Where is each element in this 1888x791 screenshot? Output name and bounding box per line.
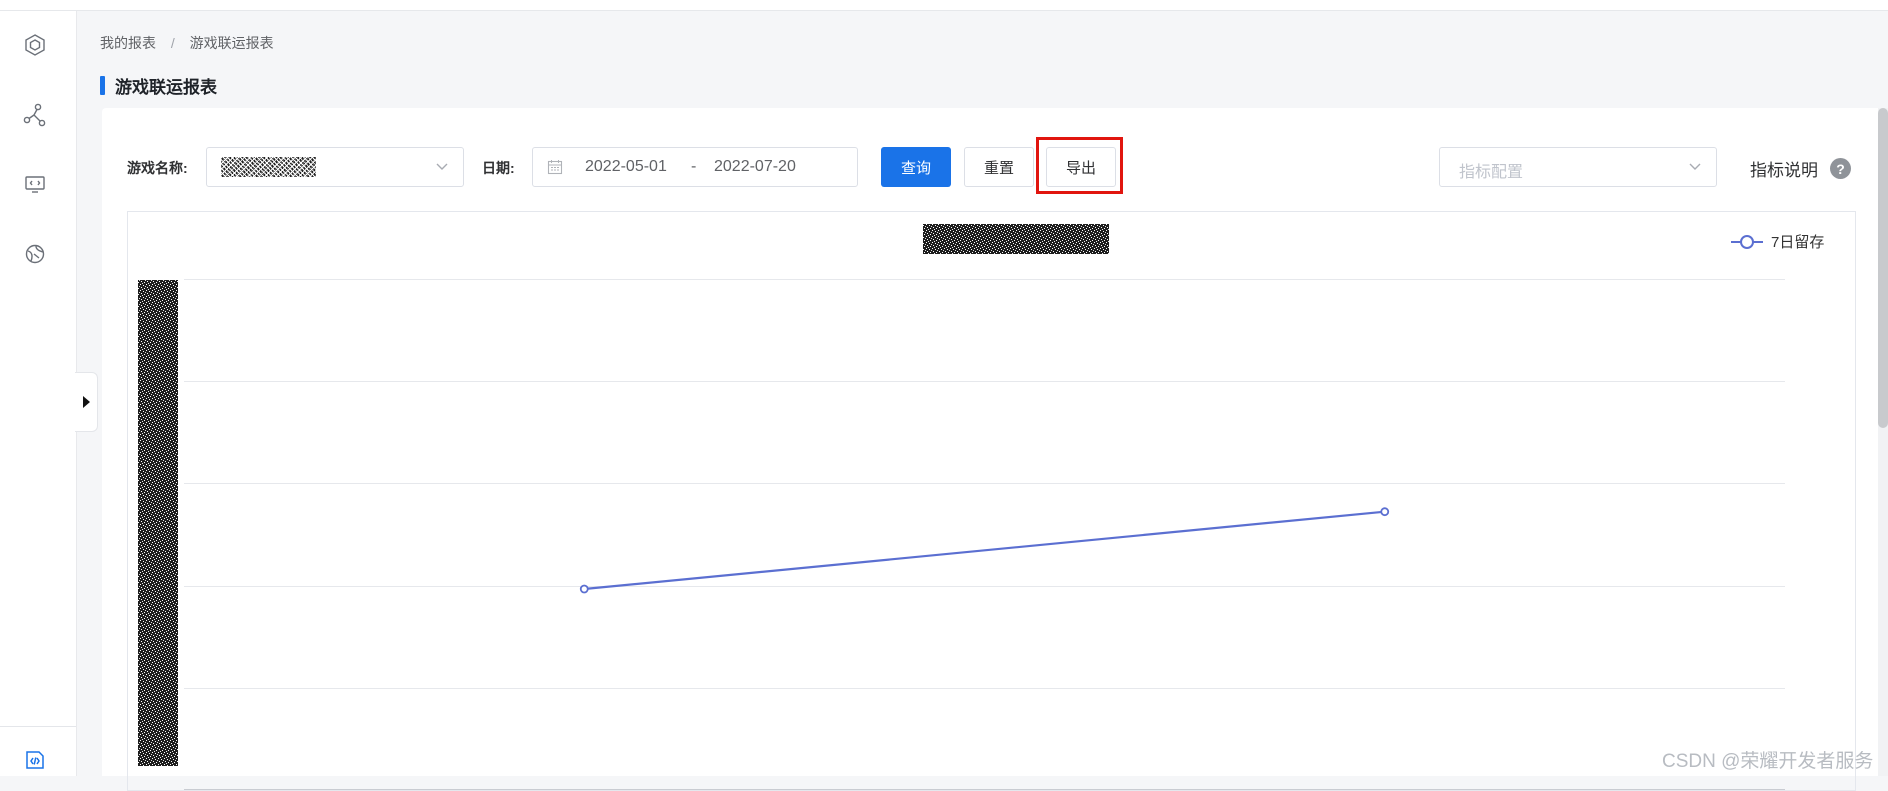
breadcrumb: 我的报表 / 游戏联运报表 <box>100 33 274 53</box>
page-title: 游戏联运报表 <box>100 74 217 97</box>
data-point[interactable] <box>1380 507 1390 517</box>
chevron-down-icon <box>436 163 448 170</box>
breadcrumb-current: 游戏联运报表 <box>189 35 274 51</box>
date-separator: - <box>691 158 697 175</box>
metric-help-label: 指标说明 <box>1750 161 1818 180</box>
chart-legend[interactable]: 7日留存 <box>1731 234 1824 251</box>
reset-button[interactable]: 重置 <box>964 147 1034 187</box>
breadcrumb-parent[interactable]: 我的报表 <box>100 35 156 51</box>
page-title-text: 游戏联运报表 <box>115 77 217 97</box>
chart-title-redacted <box>923 224 1109 254</box>
metric-config-select[interactable]: 指标配置 <box>1439 147 1717 187</box>
legend-marker <box>1740 235 1754 249</box>
cube-icon[interactable] <box>20 30 50 60</box>
code-screen-icon[interactable] <box>20 169 50 199</box>
metric-config-placeholder: 指标配置 <box>1459 164 1524 181</box>
game-name-label: 游戏名称: <box>127 160 188 176</box>
share-nodes-icon[interactable] <box>20 100 50 130</box>
line-chart: 7日留存 <box>138 224 1824 790</box>
data-point[interactable] <box>579 584 589 594</box>
question-icon[interactable]: ? <box>1830 158 1851 179</box>
legend-label: 7日留存 <box>1771 234 1824 251</box>
series-line <box>584 510 1385 591</box>
top-border <box>0 0 1888 11</box>
sidebar <box>0 11 77 776</box>
watermark: CSDN @荣耀开发者服务 <box>1662 751 1874 772</box>
metric-help[interactable]: 指标说明 ? <box>1750 156 1851 181</box>
scrollbar-thumb[interactable] <box>1878 108 1888 428</box>
y-axis-labels-redacted <box>138 280 178 766</box>
globe-icon[interactable] <box>20 239 50 269</box>
redacted-game-name <box>221 157 316 177</box>
chart-grid <box>184 279 1785 790</box>
report-card: 游戏名称: 日期: 2022-05-01 - 2022-07-20 查询 重置 … <box>102 108 1888 791</box>
calendar-icon <box>547 160 563 175</box>
date-range-picker[interactable]: 2022-05-01 - 2022-07-20 <box>532 147 858 187</box>
export-highlight-box <box>1036 137 1123 194</box>
end-date[interactable]: 2022-07-20 <box>714 158 796 176</box>
start-date[interactable]: 2022-05-01 <box>585 158 667 176</box>
game-name-select[interactable] <box>206 147 464 187</box>
chart-container: 7日留存 <box>127 211 1856 791</box>
caret-right-icon <box>83 396 90 408</box>
sidebar-toggle[interactable] <box>75 372 98 432</box>
chevron-down-icon <box>1689 163 1701 170</box>
date-label: 日期: <box>482 160 515 176</box>
code-doc-icon[interactable] <box>20 744 50 774</box>
title-accent-bar <box>100 75 105 95</box>
breadcrumb-separator: / <box>170 35 175 51</box>
sidebar-divider <box>0 726 76 727</box>
query-button[interactable]: 查询 <box>881 147 951 187</box>
series-7day-retention <box>579 507 1390 594</box>
